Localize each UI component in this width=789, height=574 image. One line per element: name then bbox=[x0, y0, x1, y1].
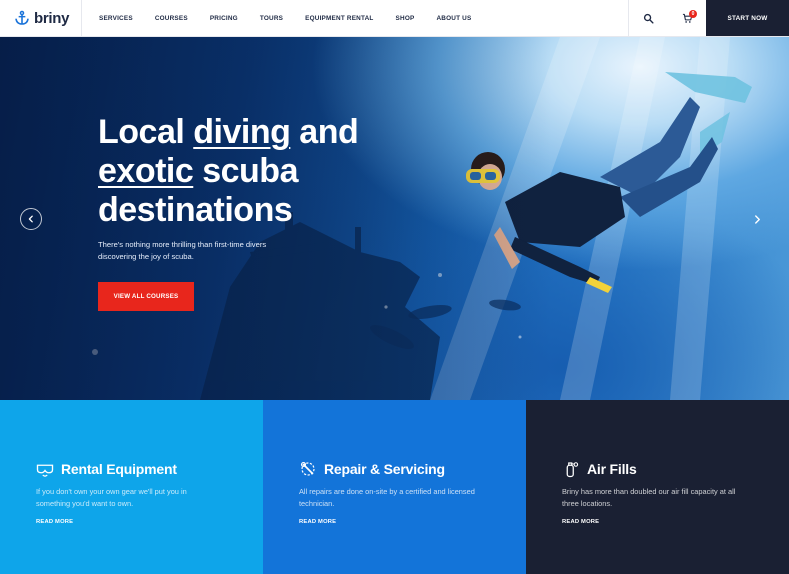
brand-name: briny bbox=[34, 9, 70, 27]
feature-card-repair: Repair & Servicing All repairs are done … bbox=[263, 400, 526, 574]
site-header: briny SERVICES COURSES PRICING TOURS EQU… bbox=[0, 0, 789, 37]
hero-slider: Local diving and exotic scuba destinatio… bbox=[0, 37, 789, 400]
hero-title-highlight-diving: diving bbox=[193, 113, 291, 151]
start-now-button[interactable]: START NOW bbox=[706, 0, 789, 36]
feature-card-air-fills: Air Fills Briny has more than doubled ou… bbox=[526, 400, 789, 574]
features-section: Rental Equipment If you don't own your o… bbox=[0, 400, 789, 574]
feature-card-header: Air Fills bbox=[562, 460, 637, 478]
mask-icon bbox=[36, 464, 54, 477]
feature-description: All repairs are done on-site by a certif… bbox=[299, 487, 475, 508]
chevron-left-icon bbox=[28, 215, 33, 223]
feature-title: Repair & Servicing bbox=[324, 461, 445, 477]
feature-card-header: Repair & Servicing bbox=[299, 460, 445, 478]
cart-button[interactable]: 0 bbox=[668, 0, 706, 36]
nav-item-about-us[interactable]: ABOUT US bbox=[436, 15, 471, 22]
brand-logo[interactable]: briny bbox=[0, 0, 82, 36]
nav-item-equipment-rental[interactable]: EQUIPMENT RENTAL bbox=[305, 15, 373, 22]
feature-description: Briny has more than doubled our air fill… bbox=[562, 487, 736, 508]
view-all-courses-button[interactable]: VIEW ALL COURSES bbox=[98, 282, 194, 311]
hero-subtitle: There's nothing more thrilling than firs… bbox=[98, 240, 267, 261]
anchor-icon bbox=[15, 10, 29, 25]
hero-title-part1: Local bbox=[98, 113, 194, 151]
read-more-link-air-fills[interactable]: READ MORE bbox=[562, 519, 599, 525]
hero-title: Local diving and exotic scuba destinatio… bbox=[98, 113, 418, 230]
hero-title-highlight-exotic: exotic bbox=[98, 152, 194, 190]
search-icon bbox=[643, 13, 654, 24]
chevron-right-icon bbox=[754, 214, 760, 224]
nav-item-courses[interactable]: COURSES bbox=[155, 15, 188, 22]
search-button[interactable] bbox=[628, 0, 668, 36]
read-more-link-repair[interactable]: READ MORE bbox=[299, 519, 336, 525]
feature-description: If you don't own your own gear we'll put… bbox=[36, 487, 187, 508]
nav-item-services[interactable]: SERVICES bbox=[99, 15, 133, 22]
main-nav: SERVICES COURSES PRICING TOURS EQUIPMENT… bbox=[82, 0, 628, 36]
cart-count-badge: 0 bbox=[689, 10, 697, 18]
nav-item-tours[interactable]: TOURS bbox=[260, 15, 283, 22]
feature-card-rental: Rental Equipment If you don't own your o… bbox=[0, 400, 263, 574]
feature-title: Air Fills bbox=[587, 461, 637, 477]
read-more-link-rental[interactable]: READ MORE bbox=[36, 519, 73, 525]
feature-title: Rental Equipment bbox=[61, 461, 177, 477]
slider-prev-button[interactable] bbox=[20, 208, 42, 230]
hero-title-part2: and bbox=[290, 113, 359, 151]
wrench-icon bbox=[300, 461, 315, 476]
air-tank-icon bbox=[566, 462, 579, 478]
nav-item-shop[interactable]: SHOP bbox=[396, 15, 415, 22]
feature-card-header: Rental Equipment bbox=[36, 460, 177, 478]
nav-item-pricing[interactable]: PRICING bbox=[210, 15, 238, 22]
slider-next-button[interactable] bbox=[752, 213, 762, 225]
